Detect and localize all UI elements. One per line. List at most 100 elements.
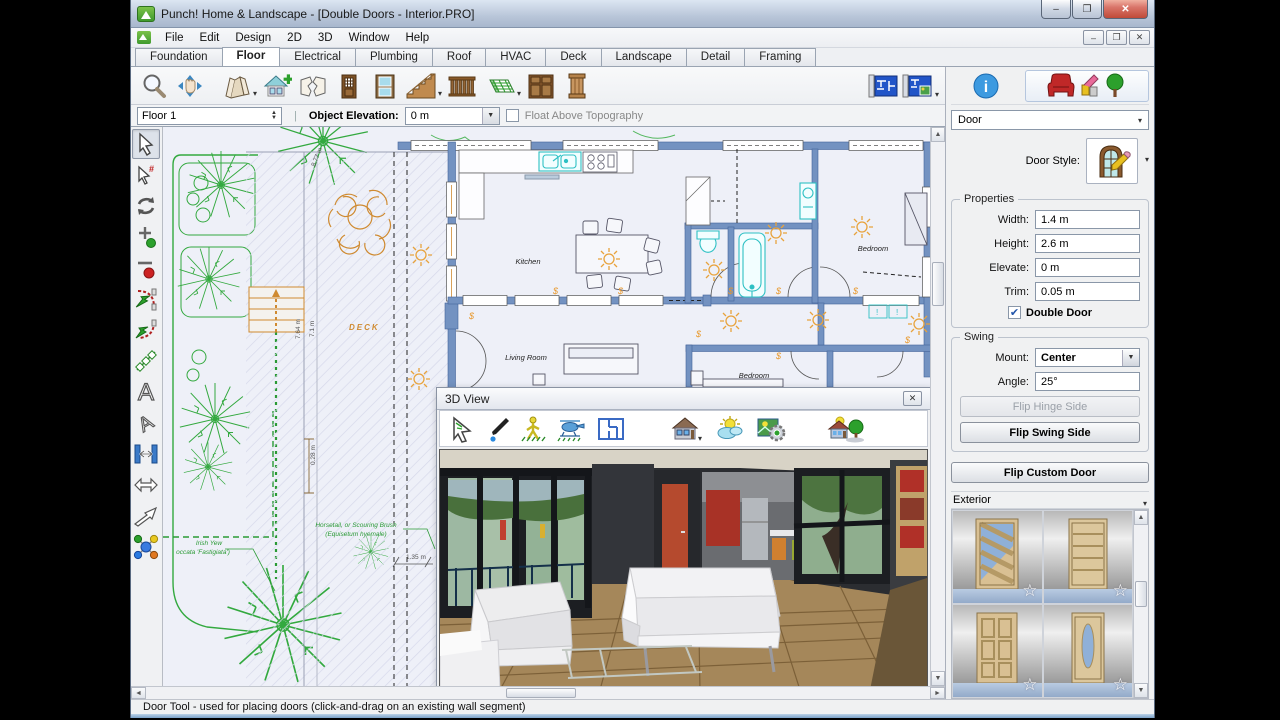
elevate-field[interactable]: 0 m <box>1035 258 1140 277</box>
width-field[interactable]: 1.4 m <box>1035 210 1140 229</box>
tab-electrical[interactable]: Electrical <box>279 48 356 66</box>
door-thumbnail-1[interactable]: ☆ <box>952 510 1043 604</box>
floor-tile-tool-button[interactable]: ▾ <box>481 69 522 103</box>
object-elevation-combo[interactable]: 0 m ▼ <box>405 107 500 125</box>
favorite-star-icon[interactable]: ☆ <box>1113 675 1128 695</box>
menu-help[interactable]: Help <box>397 30 437 46</box>
vertical-scroll-thumb[interactable] <box>932 262 944 306</box>
scroll-right-icon[interactable]: ► <box>930 687 945 699</box>
pan-tool-button[interactable] <box>173 69 207 103</box>
mount-combo[interactable]: Center ▼ <box>1035 348 1140 367</box>
walkthrough-icon[interactable] <box>520 415 546 443</box>
viewer3d-window[interactable]: 3D View ✕ ▾ <box>436 387 930 686</box>
tool-rotate-button[interactable] <box>132 191 160 221</box>
door-style-button[interactable] <box>1086 138 1138 184</box>
menu-3d[interactable]: 3D <box>310 30 341 46</box>
tab-foundation[interactable]: Foundation <box>135 48 223 66</box>
tool-add-point-button[interactable] <box>132 222 160 252</box>
library-scrollbar[interactable]: ▲ ▼ <box>1133 510 1148 698</box>
zoom-tool-button[interactable] <box>137 69 171 103</box>
favorite-star-icon[interactable]: ☆ <box>1022 581 1037 601</box>
favorite-star-icon[interactable]: ☆ <box>1113 581 1128 601</box>
tab-detail[interactable]: Detail <box>686 48 745 66</box>
plan-3d-view-button[interactable] <box>900 69 934 103</box>
floor-spinner-icon[interactable]: ▲▼ <box>271 111 277 121</box>
tab-floor[interactable]: Floor <box>222 47 281 66</box>
wall-tool-dropdown[interactable]: ▾ <box>253 89 257 102</box>
library-category-dropdown-icon[interactable]: ▾ <box>1143 499 1147 508</box>
column-tool-button[interactable] <box>560 69 594 103</box>
door-tool-button[interactable] <box>332 69 366 103</box>
menu-file[interactable]: File <box>157 30 192 46</box>
flyover-icon[interactable] <box>556 415 586 443</box>
tab-framing[interactable]: Framing <box>744 48 816 66</box>
3d-select-icon[interactable] <box>450 415 476 443</box>
stairs-tool-dropdown[interactable]: ▾ <box>438 89 442 102</box>
tab-hvac[interactable]: HVAC <box>485 48 546 66</box>
plan-view-button[interactable] <box>866 69 900 103</box>
tool-curve-wall-button[interactable] <box>132 284 160 314</box>
height-field[interactable]: 2.6 m <box>1035 234 1140 253</box>
plan-canvas-area[interactable]: DECK 7.64 m 7.1 m 8.77 m Irish Yew occat… <box>163 127 930 686</box>
trim-field[interactable]: 0.05 m <box>1035 282 1140 301</box>
angle-field[interactable]: 25° <box>1035 372 1140 391</box>
scroll-up-icon[interactable]: ▲ <box>931 127 945 142</box>
canvas-vertical-scrollbar[interactable]: ▲ ▼ <box>930 127 945 686</box>
flip-custom-door-button[interactable]: Flip Custom Door <box>951 462 1149 483</box>
favorite-star-icon[interactable]: ☆ <box>1022 675 1037 695</box>
canvas-horizontal-scrollbar[interactable]: ◄ ► <box>131 686 945 699</box>
plan-view-icon[interactable] <box>596 415 626 443</box>
info-button[interactable]: i <box>951 73 1021 99</box>
tab-plumbing[interactable]: Plumbing <box>355 48 433 66</box>
render-settings-icon[interactable] <box>756 415 788 443</box>
tool-leader-arrow-button[interactable] <box>132 501 160 531</box>
flip-hinge-side-button[interactable]: Flip Hinge Side <box>960 396 1140 417</box>
horizontal-scroll-thumb[interactable] <box>506 688 576 698</box>
environment-icon[interactable] <box>826 415 864 443</box>
floor-selector[interactable]: Floor 1 ▲▼ <box>137 107 282 125</box>
float-topography-checkbox[interactable] <box>506 109 519 122</box>
wall-tool-button[interactable]: ▾ <box>221 69 258 103</box>
library-scroll-down-icon[interactable]: ▼ <box>1134 683 1148 698</box>
scroll-left-icon[interactable]: ◄ <box>131 687 146 699</box>
tool-curve-wall-alt-button[interactable] <box>132 315 160 345</box>
home-view-icon[interactable]: ▾ <box>670 415 704 443</box>
door-thumbnail-4[interactable]: ☆ <box>1043 604 1134 698</box>
tool-select-button[interactable] <box>132 129 160 159</box>
minimize-button[interactable]: – <box>1041 0 1071 19</box>
viewer3d-close-button[interactable]: ✕ <box>903 391 922 406</box>
maximize-button[interactable]: ❐ <box>1072 0 1102 19</box>
door-thumbnail-2[interactable]: ☆ <box>1043 510 1134 604</box>
elevation-dropdown-icon[interactable]: ▼ <box>482 108 499 124</box>
library-category-header[interactable]: Exterior ▾ <box>951 491 1149 509</box>
tab-roof[interactable]: Roof <box>432 48 486 66</box>
break-wall-tool-button[interactable] <box>296 69 330 103</box>
panel-object-selector[interactable]: Door ▾ <box>951 110 1149 130</box>
menu-window[interactable]: Window <box>341 30 398 46</box>
library-scroll-up-icon[interactable]: ▲ <box>1134 510 1148 525</box>
menu-2d[interactable]: 2D <box>279 30 310 46</box>
tool-object-links-button[interactable] <box>132 532 160 562</box>
mdi-minimize-button[interactable]: – <box>1083 30 1104 45</box>
mount-dropdown-icon[interactable]: ▼ <box>1122 350 1139 366</box>
eyedropper-icon[interactable] <box>486 415 510 443</box>
tool-text-button[interactable]: A <box>132 377 160 407</box>
cabinet-tool-button[interactable] <box>524 69 558 103</box>
window-tool-button[interactable] <box>368 69 402 103</box>
tool-dimension-button[interactable] <box>132 470 160 500</box>
menu-design[interactable]: Design <box>227 30 279 46</box>
title-bar[interactable]: Punch! Home & Landscape - [Double Doors … <box>131 0 1154 28</box>
close-button[interactable]: ✕ <box>1103 0 1148 19</box>
roof-tool-button[interactable] <box>260 69 294 103</box>
floor-tile-dropdown[interactable]: ▾ <box>517 89 521 102</box>
viewer3d-viewport[interactable] <box>439 449 928 686</box>
panel-object-dropdown-icon[interactable]: ▾ <box>1138 116 1142 125</box>
tool-delete-point-button[interactable] <box>132 253 160 283</box>
view-mode-dropdown[interactable]: ▾ <box>935 90 939 103</box>
tool-wall-dimension-button[interactable] <box>132 439 160 469</box>
tool-rotated-text-button[interactable]: A <box>132 408 160 438</box>
tab-landscape[interactable]: Landscape <box>601 48 687 66</box>
railing-tool-button[interactable] <box>445 69 479 103</box>
tab-deck[interactable]: Deck <box>545 48 601 66</box>
sky-settings-icon[interactable] <box>714 415 746 443</box>
